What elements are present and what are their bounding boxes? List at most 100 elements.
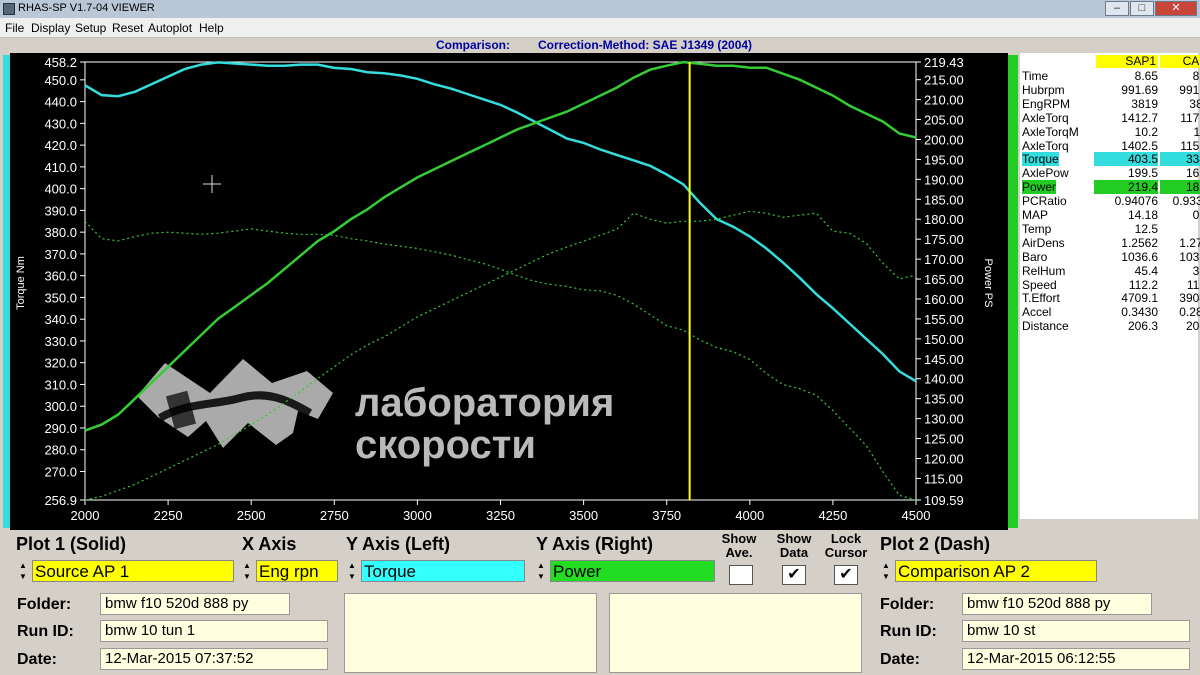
dyno-chart[interactable]: 2000 2250 2500 2750 3000 3250 3500 3750 4000 4250… xyxy=(10,53,1008,530)
y-right-tick-label: 130.00 xyxy=(924,412,964,427)
cursor-data-table: SAP1 CAP2 Time 8.65 8.84 Hubrpm 991.69 991.69… xyxy=(1020,53,1200,519)
run1-runid-field[interactable]: bmw 10 tun 1 xyxy=(100,620,328,642)
y-right-tick-label: 180.00 xyxy=(924,212,964,227)
table-cell: AxleTorqM xyxy=(1022,124,1079,139)
table-cell: 112.2 xyxy=(1128,277,1158,292)
run2-runid-field[interactable]: bmw 10 st xyxy=(962,620,1190,642)
y-right-tick-label: 160.00 xyxy=(924,292,964,307)
y-left-tick-label: 400.0 xyxy=(44,182,77,197)
chart-svg[interactable]: 2000 2250 2500 2750 3000 3250 3500 3750 4000 4250… xyxy=(10,53,1008,530)
show-data-checkbox[interactable]: ✔ xyxy=(782,565,806,585)
table-cell: Hubrpm xyxy=(1022,82,1065,97)
run2-date-field[interactable]: 12-Mar-2015 06:12:55 xyxy=(962,648,1190,670)
plot1-source-select[interactable]: Source AP 1 xyxy=(32,560,234,582)
y-right-tick-label: 215.00 xyxy=(924,73,964,88)
table-row: Hubrpm 991.69 991.69 xyxy=(1020,82,1200,97)
y-right-tick-label: 155.00 xyxy=(924,312,964,327)
menu-autoplot[interactable]: Autoplot xyxy=(148,21,192,35)
plot1-spinner-icon[interactable]: ▲ ▼ xyxy=(16,560,30,582)
menu-reset[interactable]: Reset xyxy=(112,21,143,35)
x-tick-label: 4500 xyxy=(902,508,931,523)
y-left-tick-label: 256.9 xyxy=(44,493,77,508)
plot2-source-select[interactable]: Comparison AP 2 xyxy=(895,560,1097,582)
yleft-label: Y Axis (Left) xyxy=(346,534,451,554)
y-right-tick-label: 200.00 xyxy=(924,132,964,147)
xaxis-select[interactable]: Eng rpn xyxy=(256,560,338,582)
plot2-label: Plot 2 (Dash) xyxy=(880,534,991,554)
menu-display[interactable]: Display xyxy=(31,21,70,35)
app-icon xyxy=(3,3,15,15)
maximize-button[interactable]: □ xyxy=(1130,1,1154,16)
yleft-select[interactable]: Torque xyxy=(361,560,525,582)
plot2-spinner-icon[interactable]: ▲ ▼ xyxy=(879,560,893,582)
table-cell: 3819 xyxy=(1131,96,1158,111)
correction-method: Correction-Method: SAE J1349 (2004) xyxy=(538,38,753,52)
run1-runid-label: Run ID: xyxy=(17,623,74,640)
series-line-1 xyxy=(84,60,917,432)
x-tick-label: 3750 xyxy=(652,508,681,523)
y-left-tick-label: 310.0 xyxy=(44,377,77,392)
table-cell: 35.4 xyxy=(1192,263,1200,278)
yleft-spinner-icon[interactable]: ▲ ▼ xyxy=(345,560,359,582)
info-bar: Comparison: Correction-Method: SAE J1349… xyxy=(0,38,1200,53)
y-right-axis-label: Power PS xyxy=(982,259,994,308)
yright-select[interactable]: Power xyxy=(550,560,715,582)
x-tick-label: 2750 xyxy=(320,508,349,523)
table-cell: 208.6 xyxy=(1185,319,1200,334)
table-cell: 1159.9 xyxy=(1180,138,1200,153)
x-tick-label: 3500 xyxy=(569,508,598,523)
run2-folder-field[interactable]: bmw f10 520d 888 py xyxy=(962,593,1152,615)
table-cell: 8.65 xyxy=(1134,69,1158,83)
viewer-window: RHAS-SP V1.7-04 VIEWER – □ ✕ File Displa… xyxy=(0,0,1200,675)
y-left-tick-label: 300.0 xyxy=(44,399,77,414)
table-cell: 206.3 xyxy=(1127,319,1158,334)
yright-spinner-icon[interactable]: ▲ ▼ xyxy=(534,560,548,582)
table-cell: Baro xyxy=(1022,249,1048,264)
menu-file[interactable]: File xyxy=(5,21,24,35)
run1-folder-field[interactable]: bmw f10 520d 888 py xyxy=(100,593,290,615)
menu-bar: File Display Setup Reset Autoplot Help xyxy=(0,18,1200,38)
menu-setup[interactable]: Setup xyxy=(75,21,106,35)
show-ave-label: Show Ave. xyxy=(721,531,757,560)
show-ave-checkbox[interactable] xyxy=(729,565,753,585)
col-header-cap2: CAP2 xyxy=(1160,55,1200,68)
menu-help[interactable]: Help xyxy=(199,21,224,35)
table-cell: AxleTorq xyxy=(1022,110,1069,125)
xaxis-label: X Axis xyxy=(242,534,297,554)
y-left-tick-label: 420.0 xyxy=(44,138,77,153)
table-cell: 9.4 xyxy=(1160,222,1200,236)
table-row: AirDens 1.2562 1.2727 xyxy=(1020,236,1200,250)
y-right-tick-label: 135.00 xyxy=(924,392,964,407)
y-right-tick-label: 165.00 xyxy=(924,272,964,287)
y-left-tick-label: 330.0 xyxy=(44,334,77,349)
watermark-logo-icon xyxy=(137,359,333,448)
window-title: RHAS-SP V1.7-04 VIEWER xyxy=(18,2,155,14)
table-cell: 991.69 xyxy=(1121,82,1158,97)
x-tick-label: 4250 xyxy=(818,508,847,523)
table-cell: 0.94076 xyxy=(1114,194,1158,209)
y-right-tick-label: 150.00 xyxy=(924,332,964,347)
table-row: AxlePow 199.5 165.4 xyxy=(1020,166,1200,180)
watermark-line2: скорости xyxy=(355,423,536,467)
lock-cursor-checkbox[interactable]: ✔ xyxy=(834,565,858,585)
close-button[interactable]: ✕ xyxy=(1155,1,1197,16)
y-right-tick-label: 185.00 xyxy=(924,192,964,207)
table-cell: EngRPM xyxy=(1022,96,1071,111)
table-cell: 12.5 xyxy=(1134,221,1158,236)
y-left-tick-label: 340.0 xyxy=(44,312,77,327)
table-cell: 403.5 xyxy=(1094,152,1158,167)
minimize-button[interactable]: – xyxy=(1105,1,1129,16)
run1-date-field[interactable]: 12-Mar-2015 07:37:52 xyxy=(100,648,328,670)
table-row: Baro 1036.6 1036.2 xyxy=(1020,249,1200,264)
y-left-tick-label: 360.0 xyxy=(44,269,77,284)
table-row: T.Effort 4709.1 3904.6 xyxy=(1020,291,1200,305)
table-cell: Accel xyxy=(1022,305,1052,320)
run2-notes-box[interactable] xyxy=(609,593,862,673)
run1-notes-box[interactable] xyxy=(344,593,597,673)
table-cell: 1412.7 xyxy=(1121,110,1158,125)
xaxis-spinner-icon[interactable]: ▲ ▼ xyxy=(240,560,254,582)
table-cell: 1036.2 xyxy=(1179,249,1200,264)
y-right-tick-label: 210.00 xyxy=(924,93,964,108)
table-cell: MAP xyxy=(1022,208,1049,222)
y-right-tick-label: 145.00 xyxy=(924,352,964,367)
